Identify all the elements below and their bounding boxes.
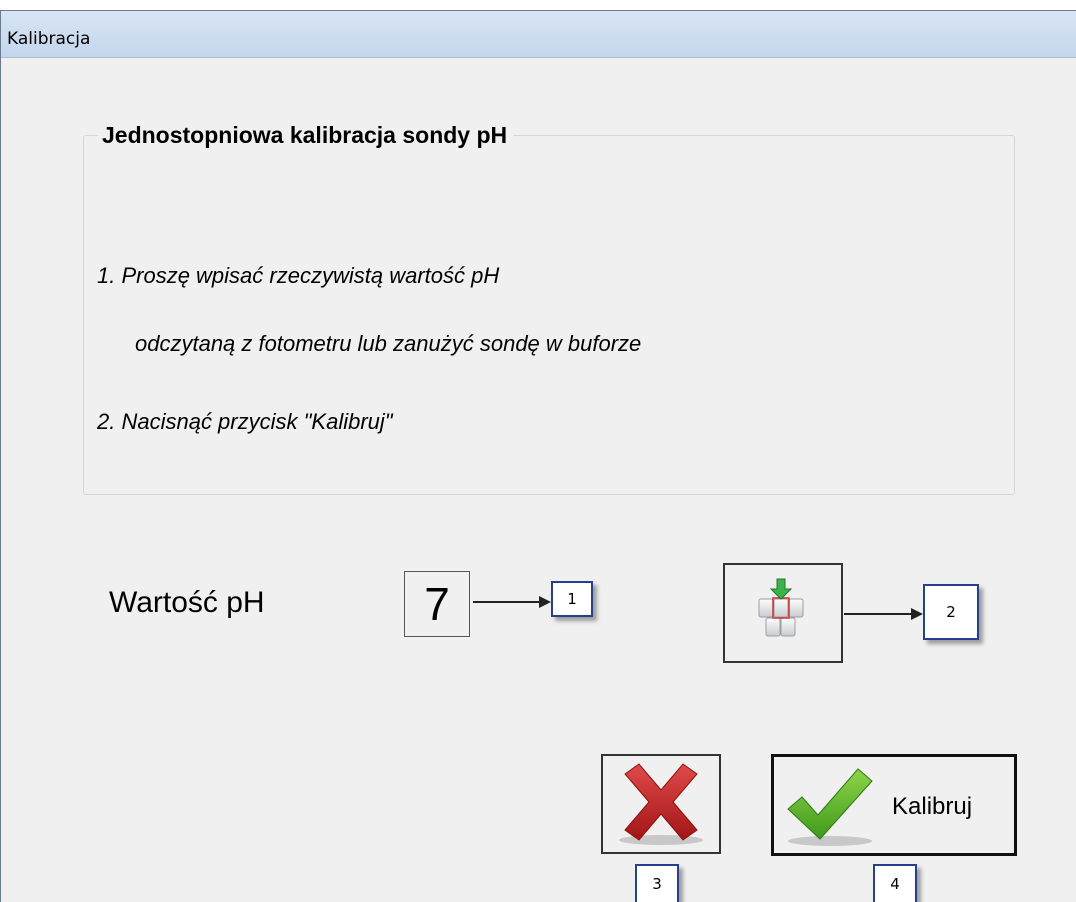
ph-value-input[interactable] [404,571,470,637]
callout-1: 1 [551,581,593,617]
window-title: Kalibracja [7,29,91,49]
keyboard-button[interactable] [723,563,843,663]
instruction-step-1: 1. Proszę wpisać rzeczywistą wartość pH [97,263,500,288]
callout-2-arrow-head [911,608,923,620]
instructions-groupbox: Jednostopniowa kalibracja sondy pH [83,122,1015,495]
callout-2-arrow-line [844,613,914,615]
callout-3: 3 [635,864,679,902]
callout-2: 2 [923,584,979,640]
red-x-icon [619,763,703,845]
calibration-window: Kalibracja Jednostopniowa kalibracja son… [0,10,1076,902]
ph-value-label: Wartość pH [109,586,265,619]
calibrate-button-label: Kalibruj [892,793,973,820]
title-bar: Kalibracja [1,11,1076,58]
keyboard-icon [758,578,804,637]
cancel-button[interactable] [601,754,721,854]
groupbox-title: Jednostopniowa kalibracja sondy pH [98,122,514,149]
callout-4: 4 [873,864,917,902]
callout-1-arrow-head [539,596,551,608]
callout-1-arrow-line [473,601,543,603]
instruction-step-2: 2. Nacisnąć przycisk "Kalibruj" [97,409,393,434]
calibrate-button[interactable]: Kalibruj [771,754,1017,856]
instruction-step-1-continued: odczytaną z fotometru lub zanużyć sondę … [135,331,642,356]
green-check-icon [787,768,873,846]
